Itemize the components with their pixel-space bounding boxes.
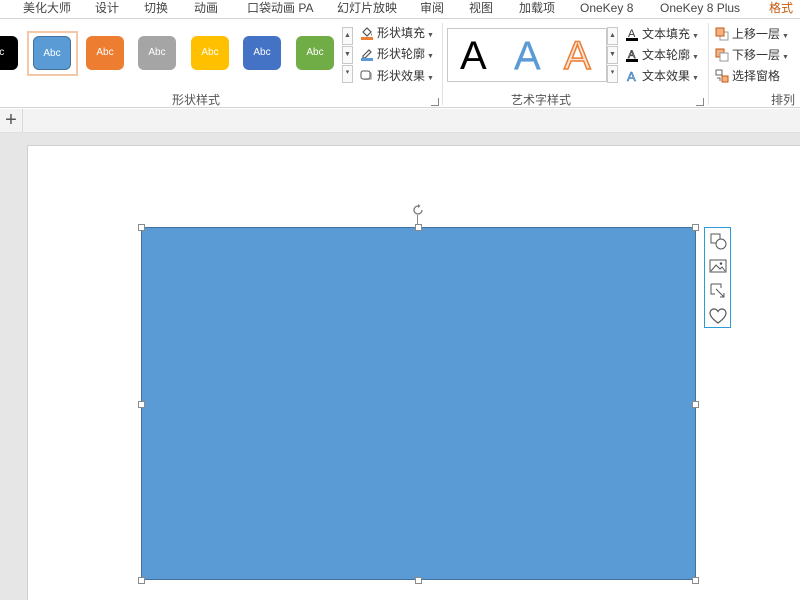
- text-fill-label: 文本填充: [642, 27, 691, 41]
- tab-view[interactable]: 视图: [469, 1, 493, 17]
- shape-style-blue[interactable]: Abc: [33, 36, 71, 70]
- text-outline-button[interactable]: A 文本轮廓 ▼: [625, 46, 699, 64]
- send-backward-button[interactable]: 下移一层 ▼: [715, 46, 789, 64]
- selection-pane-icon: [715, 69, 729, 83]
- slide-strip-bar: +: [0, 109, 800, 133]
- tab-design[interactable]: 设计: [95, 1, 119, 17]
- text-outline-label: 文本轮廓: [642, 48, 691, 62]
- shape-outline-button[interactable]: 形状轮廓 ▼: [360, 45, 434, 63]
- paint-bucket-icon: [360, 26, 374, 40]
- rotate-icon[interactable]: [411, 203, 425, 217]
- text-fill-icon: A: [625, 27, 639, 41]
- tab-onekey-8[interactable]: OneKey 8: [580, 1, 633, 17]
- shape-style-orange[interactable]: Abc: [86, 36, 124, 70]
- wordart-blue-gradient[interactable]: A: [514, 33, 541, 79]
- shape-quick-tools: [704, 227, 731, 328]
- text-fill-button[interactable]: A 文本填充 ▼: [625, 25, 699, 43]
- chevron-down-icon: ▼: [782, 33, 789, 40]
- shape-styles-scroll-up[interactable]: ▲: [342, 27, 353, 45]
- bring-forward-label: 上移一层: [732, 27, 781, 41]
- tab-review[interactable]: 审阅: [420, 1, 444, 17]
- tab-animations[interactable]: 动画: [194, 1, 218, 17]
- shape-styles-more[interactable]: ▾: [342, 65, 353, 83]
- wordart-scroll-up[interactable]: ▲: [607, 27, 618, 45]
- shape-styles-scroll-down[interactable]: ▼: [342, 46, 353, 64]
- chevron-down-icon: ▼: [692, 33, 699, 40]
- bring-forward-icon: [715, 27, 729, 41]
- chevron-down-icon: ▼: [427, 32, 434, 39]
- shape-effects-button[interactable]: 形状效果 ▼: [360, 67, 434, 85]
- resize-handle-left[interactable]: [138, 401, 145, 408]
- send-backward-label: 下移一层: [732, 48, 781, 62]
- chevron-down-icon: ▼: [427, 75, 434, 82]
- tab-beautify-master[interactable]: 美化大师: [23, 1, 71, 17]
- dialog-launcher-icon[interactable]: [431, 98, 439, 106]
- resize-handle-top-left[interactable]: [138, 224, 145, 231]
- wordart-scroll-down[interactable]: ▼: [607, 46, 618, 64]
- resize-handle-top[interactable]: [415, 224, 422, 231]
- selected-rectangle-shape[interactable]: [141, 227, 696, 580]
- shape-style-gold[interactable]: Abc: [191, 36, 229, 70]
- ribbon: bc Abc Abc Abc Abc Abc Abc ▲ ▼ ▾ 形状填充▼ 形…: [0, 18, 800, 108]
- shape-styles-group-label: 形状样式: [172, 93, 221, 107]
- svg-text:A: A: [627, 69, 636, 83]
- wordart-group-label: 艺术字样式: [511, 93, 572, 107]
- chevron-down-icon: ▼: [427, 53, 434, 60]
- add-slide-button[interactable]: +: [0, 109, 23, 132]
- pencil-icon: [360, 47, 374, 61]
- resize-handle-top-right[interactable]: [692, 224, 699, 231]
- text-effects-button[interactable]: A 文本效果 ▼: [625, 67, 699, 85]
- tab-transitions[interactable]: 切换: [144, 1, 168, 17]
- layout-options-icon[interactable]: [708, 231, 728, 251]
- shape-outline-label: 形状轮廓: [377, 47, 426, 61]
- wordart-plain-black[interactable]: A: [460, 33, 487, 79]
- group-divider: [442, 23, 443, 105]
- wordart-orange-outline[interactable]: A: [563, 33, 591, 79]
- group-divider: [708, 23, 709, 105]
- text-outline-icon: A: [625, 48, 639, 62]
- tab-slideshow[interactable]: 幻灯片放映: [337, 1, 397, 17]
- send-backward-icon: [715, 48, 729, 62]
- resize-handle-bottom-right[interactable]: [692, 577, 699, 584]
- ribbon-tab-bar: 美化大师 设计 切换 动画 口袋动画 PA 幻灯片放映 审阅 视图 加载项 On…: [0, 0, 800, 18]
- heart-icon[interactable]: [708, 306, 728, 326]
- tab-addins[interactable]: 加载项: [519, 1, 555, 17]
- shape-style-black[interactable]: bc: [0, 36, 18, 70]
- chevron-down-icon: ▼: [782, 54, 789, 61]
- tab-onekey-8-plus[interactable]: OneKey 8 Plus: [660, 1, 740, 17]
- shape-fill-label: 形状填充: [377, 26, 426, 40]
- tab-format[interactable]: 格式: [758, 0, 800, 17]
- wordart-more[interactable]: ▾: [607, 65, 618, 83]
- resize-icon[interactable]: [708, 281, 728, 301]
- shape-style-green[interactable]: Abc: [296, 36, 334, 70]
- wordart-gallery: A A A: [447, 28, 607, 82]
- chevron-down-icon: ▼: [692, 75, 699, 82]
- resize-handle-bottom[interactable]: [415, 577, 422, 584]
- resize-handle-bottom-left[interactable]: [138, 577, 145, 584]
- shape-style-dark-blue[interactable]: Abc: [243, 36, 281, 70]
- arrange-group-label: 排列: [771, 93, 796, 107]
- shape-effects-label: 形状效果: [377, 69, 426, 83]
- shape-effects-icon: [360, 69, 374, 83]
- shape-style-gray[interactable]: Abc: [138, 36, 176, 70]
- resize-handle-right[interactable]: [692, 401, 699, 408]
- bring-forward-button[interactable]: 上移一层 ▼: [715, 25, 789, 43]
- text-effects-label: 文本效果: [642, 69, 691, 83]
- selection-pane-button[interactable]: 选择窗格: [715, 67, 780, 85]
- selection-pane-label: 选择窗格: [732, 69, 781, 83]
- shape-fill-button[interactable]: 形状填充 ▼: [360, 24, 434, 42]
- picture-icon[interactable]: [708, 256, 728, 276]
- text-effects-icon: A: [625, 69, 639, 85]
- tab-pocket-animation[interactable]: 口袋动画 PA: [247, 1, 313, 17]
- dialog-launcher-icon[interactable]: [696, 98, 704, 106]
- chevron-down-icon: ▼: [692, 54, 699, 61]
